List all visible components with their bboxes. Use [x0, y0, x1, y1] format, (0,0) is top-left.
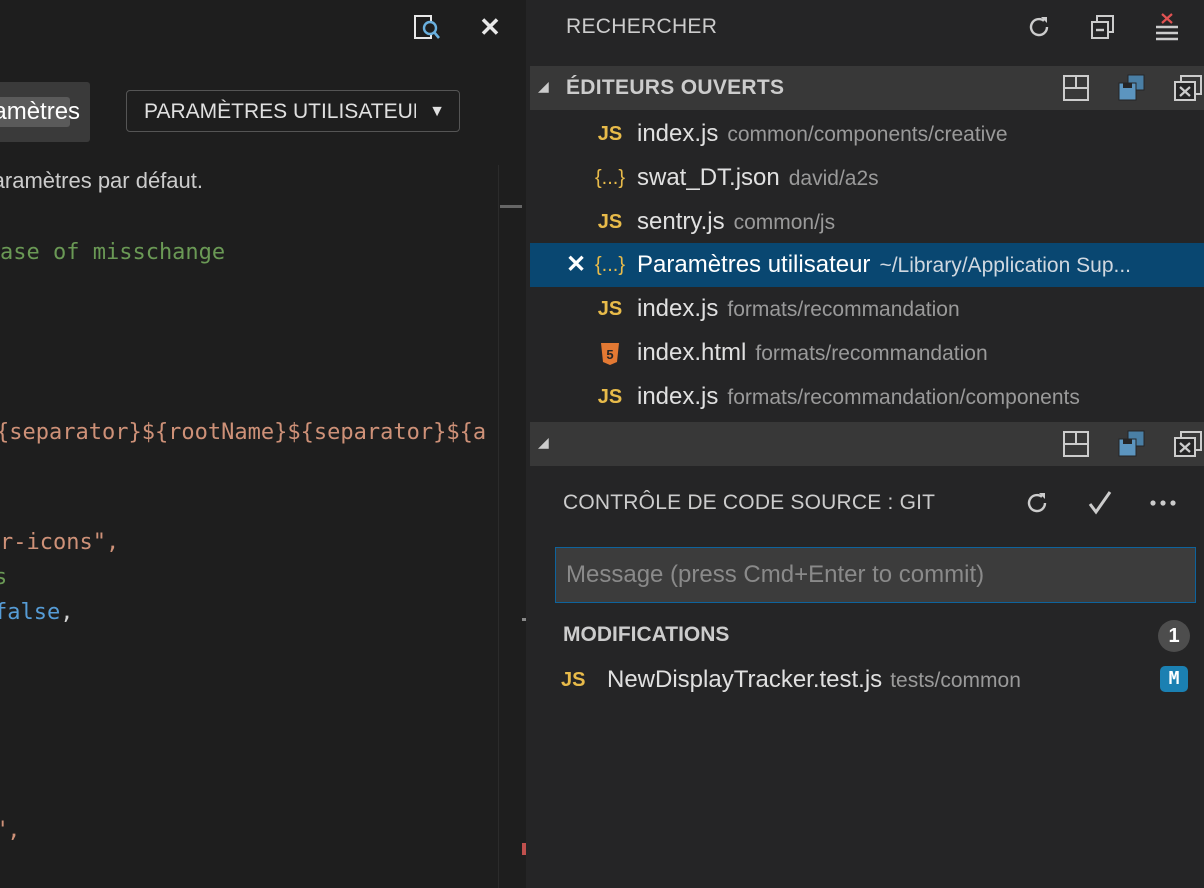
file-name: Paramètres utilisateur — [637, 251, 871, 278]
svg-text:5: 5 — [606, 347, 613, 362]
open-editor-item[interactable]: JS index.js formats/recommandation/compon… — [530, 375, 1204, 419]
open-editors-header[interactable]: ◢ ÉDITEURS OUVERTS — [530, 66, 1204, 110]
source-control-title: CONTRÔLE DE CODE SOURCE : GIT — [563, 491, 936, 514]
collapse-all-icon[interactable] — [1086, 10, 1120, 44]
close-icon[interactable]: ✕ — [566, 243, 586, 287]
javascript-file-icon: JS — [597, 123, 623, 145]
file-name: index.js — [637, 383, 719, 410]
code-line: r-icons", — [0, 530, 120, 555]
save-all-icon[interactable] — [1116, 428, 1148, 460]
open-editors-title: ÉDITEURS OUVERTS — [566, 76, 785, 99]
file-path: formats/recommandation — [755, 342, 988, 365]
settings-tab-label: Paramètres — [0, 97, 80, 127]
editor-pane: ✕ Paramètres PARAMÈTRES UTILISATEUR ▼ Pa… — [0, 0, 526, 888]
open-editor-item[interactable]: JS index.js formats/recommandation — [530, 287, 1204, 331]
javascript-file-icon: JS — [597, 211, 623, 233]
open-editor-item[interactable]: 5 index.html formats/recommandation — [530, 331, 1204, 375]
file-path: common/components/creative — [727, 123, 1008, 146]
toggle-layout-icon[interactable] — [1060, 428, 1092, 460]
javascript-file-icon: JS — [597, 298, 623, 320]
file-path: formats/recommandation/components — [727, 386, 1080, 409]
open-editor-item[interactable]: JS index.js common/components/creative — [530, 112, 1204, 156]
editor-scrollbar[interactable] — [498, 165, 526, 888]
code-line: {separator}${rootName}${separator}${a — [0, 420, 487, 445]
default-settings-note: Paramètres par défaut. — [0, 168, 204, 193]
close-all-icon[interactable] — [1172, 72, 1204, 104]
javascript-file-icon: JS — [597, 386, 623, 408]
settings-scope-value: PARAMÈTRES UTILISATEUR — [144, 100, 416, 123]
code-line: s — [0, 565, 8, 590]
file-name: index.html — [637, 339, 747, 366]
refresh-icon[interactable] — [1020, 486, 1054, 520]
settings-scope-select[interactable]: PARAMÈTRES UTILISATEUR ▼ — [126, 90, 460, 132]
save-all-icon[interactable] — [1116, 72, 1148, 104]
clear-results-icon[interactable] — [1150, 10, 1184, 44]
modified-status-badge: M — [1160, 666, 1188, 692]
javascript-file-icon: JS — [561, 669, 586, 691]
code-line: false, — [0, 600, 74, 625]
file-path: ~/Library/Application Sup... — [879, 254, 1131, 277]
chevron-down-icon: ◢ — [538, 434, 549, 450]
close-editor-icon[interactable]: ✕ — [475, 12, 505, 42]
file-name: sentry.js — [637, 208, 725, 235]
open-settings-search-icon[interactable] — [412, 12, 442, 42]
file-name: NewDisplayTracker.test.js — [607, 666, 883, 693]
file-path: david/a2s — [788, 167, 879, 190]
chevron-down-icon: ◢ — [538, 78, 549, 94]
file-name: index.js — [637, 295, 719, 322]
changed-file-item[interactable]: JS NewDisplayTracker.test.js tests/common — [526, 658, 1204, 702]
html5-file-icon: 5 — [592, 331, 628, 375]
file-path: common/js — [733, 211, 836, 234]
scrollbar-marker — [500, 205, 522, 208]
chevron-down-icon: ▼ — [429, 103, 445, 120]
close-all-icon[interactable] — [1172, 428, 1204, 460]
changes-title[interactable]: MODIFICATIONS — [563, 620, 729, 650]
settings-tab[interactable]: Paramètres — [0, 82, 90, 142]
sidebar-title: RECHERCHER — [566, 15, 718, 38]
changes-count-badge: 1 — [1158, 620, 1190, 652]
code-line: ", — [0, 818, 21, 843]
toggle-layout-icon[interactable] — [1060, 72, 1092, 104]
open-editor-item[interactable]: {...} swat_DT.json david/a2s — [530, 156, 1204, 200]
json-file-icon: {...} — [594, 167, 626, 189]
commit-message-input[interactable] — [555, 547, 1196, 603]
section-header[interactable]: ◢ — [530, 422, 1204, 466]
file-path: formats/recommandation — [727, 298, 960, 321]
open-editor-item-selected[interactable]: ✕ {...} Paramètres utilisateur ~/Library/… — [530, 243, 1204, 287]
json-file-icon: {...} — [594, 254, 626, 276]
refresh-icon[interactable] — [1022, 10, 1056, 44]
code-line: , — [0, 455, 3, 480]
file-name: swat_DT.json — [637, 164, 780, 191]
more-actions-icon[interactable] — [1146, 486, 1180, 520]
sidebar: RECHERCHER ◢ ÉDITEURS OUVERTS JS index.j… — [526, 0, 1204, 888]
open-editor-item[interactable]: JS sentry.js common/js — [530, 200, 1204, 244]
commit-check-icon[interactable] — [1083, 486, 1117, 520]
file-name: index.js — [637, 120, 719, 147]
code-line: ase of misschange — [0, 240, 226, 265]
file-path: tests/common — [890, 669, 1021, 692]
